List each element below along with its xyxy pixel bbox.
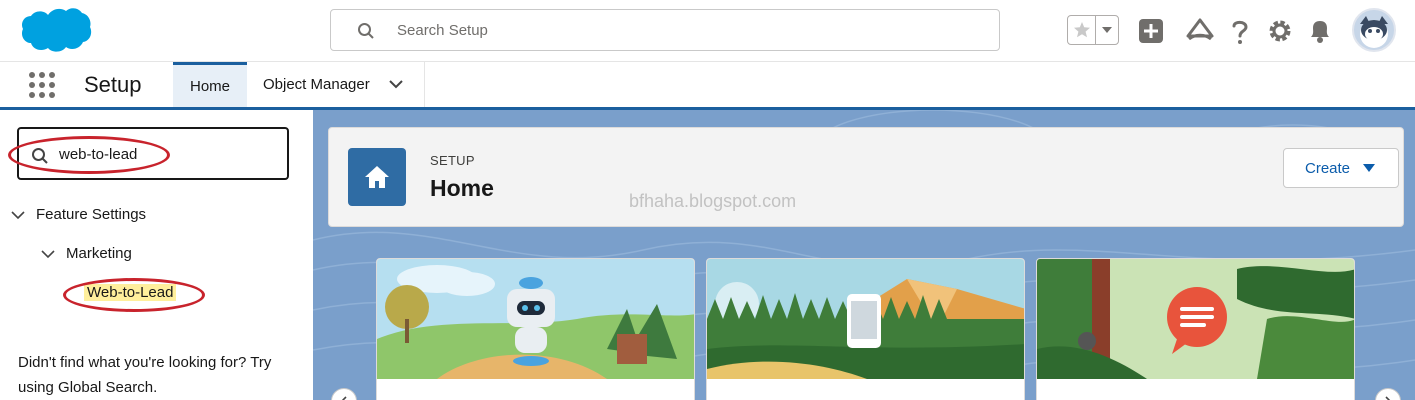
star-icon[interactable] (1068, 16, 1096, 44)
annotation-ring-web-to-lead (63, 278, 205, 312)
app-navigation-bar: Setup Home Object Manager (0, 62, 1415, 110)
global-actions-add-icon[interactable] (1137, 17, 1165, 45)
user-avatar[interactable] (1352, 8, 1396, 52)
search-icon (358, 23, 374, 39)
setup-home-main: SETUP Home bfhaha.blogspot.com Create (313, 110, 1415, 400)
watermark-text: bfhaha.blogspot.com (629, 191, 797, 211)
chevron-left-icon (341, 396, 347, 400)
tree-node-feature-settings[interactable]: Feature Settings (10, 206, 146, 223)
einstein-illustration (377, 259, 694, 379)
app-launcher-icon[interactable] (28, 71, 56, 99)
help-icon[interactable] (1226, 17, 1254, 45)
tab-object-manager-label: Object Manager (263, 76, 370, 93)
chevron-down-icon (1363, 164, 1375, 172)
notifications-bell-icon[interactable] (1306, 17, 1334, 45)
setup-search-input[interactable]: Search Setup (330, 9, 1000, 51)
tree-node-label: Marketing (66, 245, 132, 262)
chevron-down-icon[interactable] (1096, 16, 1118, 44)
chat-illustration (1037, 259, 1354, 379)
chevron-down-icon[interactable] (10, 209, 26, 221)
chevron-down-icon[interactable] (40, 248, 56, 260)
chat-tile[interactable] (1036, 258, 1355, 400)
chevron-down-icon[interactable] (388, 78, 404, 90)
page-title: Home (430, 175, 494, 201)
tab-home[interactable]: Home (173, 62, 247, 107)
tab-object-manager[interactable]: Object Manager (248, 62, 425, 107)
mobile-illustration (707, 259, 1024, 379)
annotation-ring-search (8, 136, 170, 174)
favorites-button[interactable] (1067, 15, 1119, 45)
gear-icon[interactable] (1266, 17, 1294, 45)
mobile-tile[interactable] (706, 258, 1025, 400)
search-placeholder: Search Setup (397, 22, 488, 39)
chevron-right-icon (1385, 396, 1391, 400)
home-icon (348, 148, 406, 206)
einstein-tile[interactable] (376, 258, 695, 400)
page-header-eyebrow: SETUP (430, 153, 475, 168)
page-header: SETUP Home bfhaha.blogspot.com Create (328, 127, 1404, 227)
create-button-label: Create (1305, 159, 1351, 177)
app-name: Setup (84, 72, 142, 97)
tree-node-marketing[interactable]: Marketing (40, 245, 132, 262)
not-found-hint: Didn't find what you're looking for? Try… (18, 354, 272, 396)
trailhead-guidance-icon[interactable] (1186, 17, 1214, 45)
salesforce-logo[interactable] (18, 5, 92, 57)
tree-node-label: Feature Settings (36, 206, 147, 223)
global-header: Search Setup (0, 0, 1415, 62)
create-button[interactable]: Create (1283, 148, 1399, 188)
